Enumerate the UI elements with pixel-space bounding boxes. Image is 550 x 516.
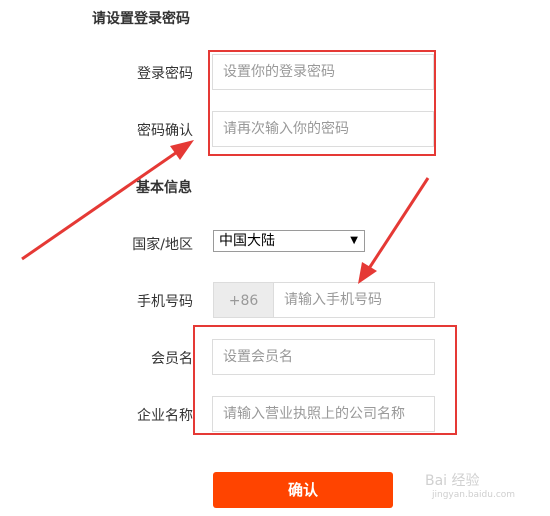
watermark-logo: Bai 经验: [425, 473, 480, 489]
arrow-right-icon: [358, 177, 430, 284]
watermark-url: jingyan.baidu.com: [432, 490, 516, 500]
arrow-left-icon: [21, 140, 194, 261]
annotation-arrows: [21, 140, 430, 284]
confirm-button[interactable]: 确认: [213, 472, 393, 508]
